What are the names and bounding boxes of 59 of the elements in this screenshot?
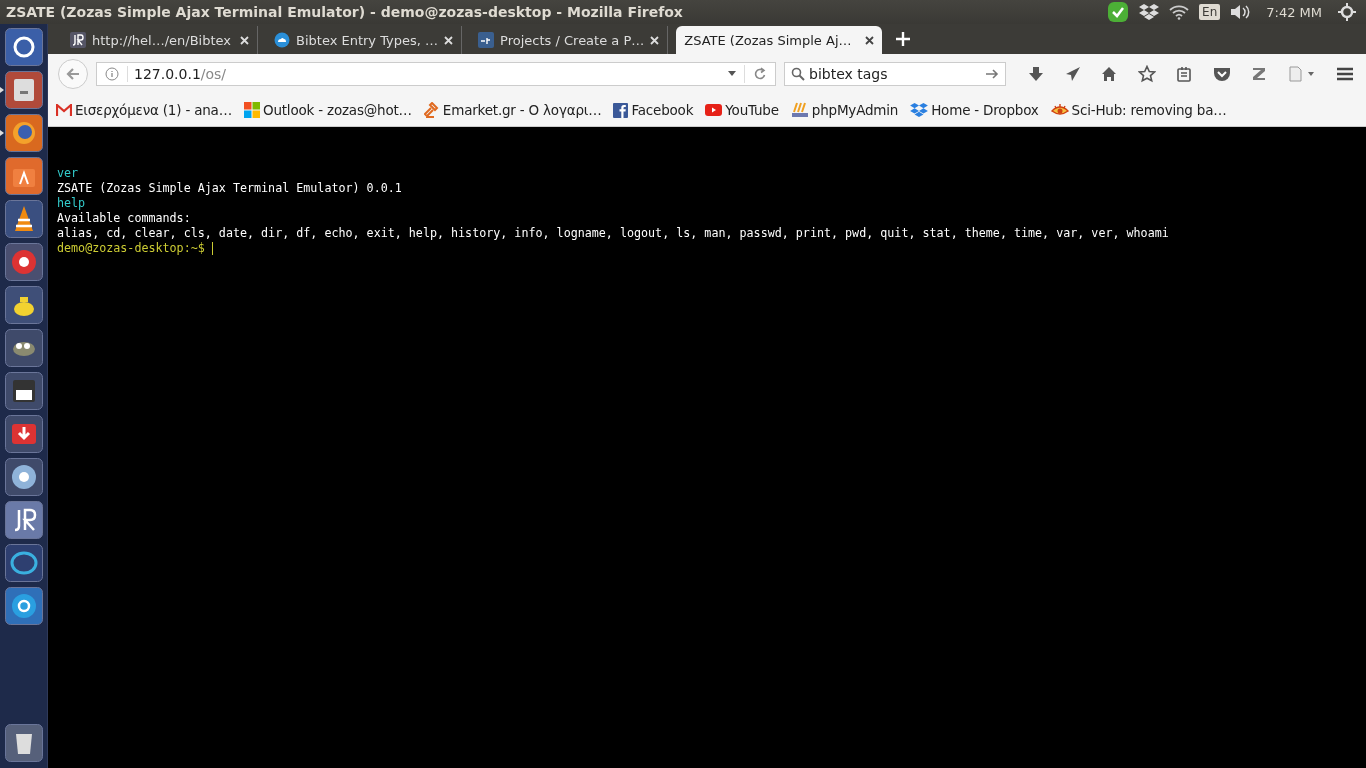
dropdown-caret-icon[interactable] [728, 71, 736, 77]
search-text: bibtex tags [809, 66, 889, 82]
speaker-icon[interactable] [1230, 4, 1251, 20]
page-menu-icon[interactable] [1287, 66, 1316, 82]
bookmark-item[interactable]: phpMyAdmin [790, 102, 899, 118]
search-icon [791, 67, 805, 81]
dropbox-icon[interactable] [1139, 3, 1160, 21]
terminal-command: ver [57, 166, 79, 181]
traffic-cone-icon[interactable] [5, 200, 43, 238]
eye-icon [1050, 103, 1069, 117]
download-icon[interactable] [1028, 66, 1044, 82]
home-icon[interactable] [1101, 66, 1117, 82]
bookmark-item[interactable]: Emarket.gr - Ο λογαρι… [423, 102, 602, 118]
browser-tab[interactable]: ZSATE (Zozas Simple Aj… [676, 26, 883, 54]
wifi-icon[interactable] [1169, 4, 1190, 20]
terminal-output: alias, cd, clear, cls, date, dir, df, echo, exit, help, history, info, logname, logout, ls, man, passwd, print, pwd, quit, stat, theme, time, var, ver, whoami [57, 226, 1169, 241]
pma-logo-icon [790, 102, 809, 118]
youtube-icon [705, 104, 723, 116]
terminal-command: help [57, 196, 86, 211]
terminal-output: ZSATE (Zozas Simple Ajax Terminal Emulator) 0.0.1 [57, 181, 402, 196]
keyboard-layout-indicator[interactable]: En [1199, 4, 1221, 20]
reload-icon[interactable] [753, 67, 767, 81]
trash-icon[interactable] [5, 724, 43, 762]
reading-list-icon[interactable] [1176, 66, 1192, 82]
paper-plane-icon[interactable] [1064, 66, 1081, 82]
menu-icon[interactable] [1336, 66, 1354, 82]
bookmark-item[interactable]: Sci-Hub: removing ba… [1050, 102, 1227, 118]
jr-letters-icon[interactable] [5, 501, 43, 539]
back-button[interactable] [58, 59, 88, 89]
gavel-icon [423, 102, 440, 118]
bookmark-item[interactable]: Home - Dropbox [910, 102, 1039, 118]
zotero-z-icon[interactable] [1251, 66, 1267, 82]
check-shield-icon[interactable] [1107, 1, 1130, 23]
circle-logo-icon[interactable] [5, 28, 43, 66]
search-field[interactable]: bibtex tags [784, 62, 1006, 86]
facebook-icon [613, 102, 629, 118]
cloud-icon [274, 32, 290, 48]
window-title: ZSATE (Zozas Simple Ajax Terminal Emulator) - demo@zozas-desktop - Mozilla Firefox [6, 4, 683, 20]
go-arrow-icon[interactable] [985, 68, 999, 80]
pocket-icon[interactable] [1212, 66, 1231, 82]
clock[interactable]: 7:42 MM [1266, 4, 1322, 20]
file-cabinet-icon[interactable] [5, 71, 43, 109]
close-icon[interactable] [865, 35, 875, 45]
url-text: 127.0.0.1/os/ [127, 66, 720, 82]
bookmark-item[interactable]: Εισερχόμενα (1) - ana… [56, 102, 232, 118]
bookmark-item[interactable]: Facebook [613, 102, 694, 118]
jr-logo-icon [70, 32, 86, 48]
address-bar[interactable]: 127.0.0.1/os/ [96, 62, 776, 86]
new-tab-icon[interactable] [896, 32, 911, 46]
terminal-output: Available commands: [57, 211, 191, 226]
back-arrow-icon [66, 67, 80, 81]
dropbox-icon [910, 102, 929, 118]
envelope-m-icon [56, 104, 72, 116]
star-icon[interactable] [1137, 65, 1156, 83]
info-icon[interactable] [105, 67, 119, 81]
bookmark-item[interactable]: YouTube [705, 102, 779, 118]
terminal-prompt: demo@zozas-desktop:~$ [57, 241, 213, 256]
bookmark-item[interactable]: Outlook - zozas@hot… [244, 102, 412, 118]
four-squares-icon [244, 102, 260, 118]
